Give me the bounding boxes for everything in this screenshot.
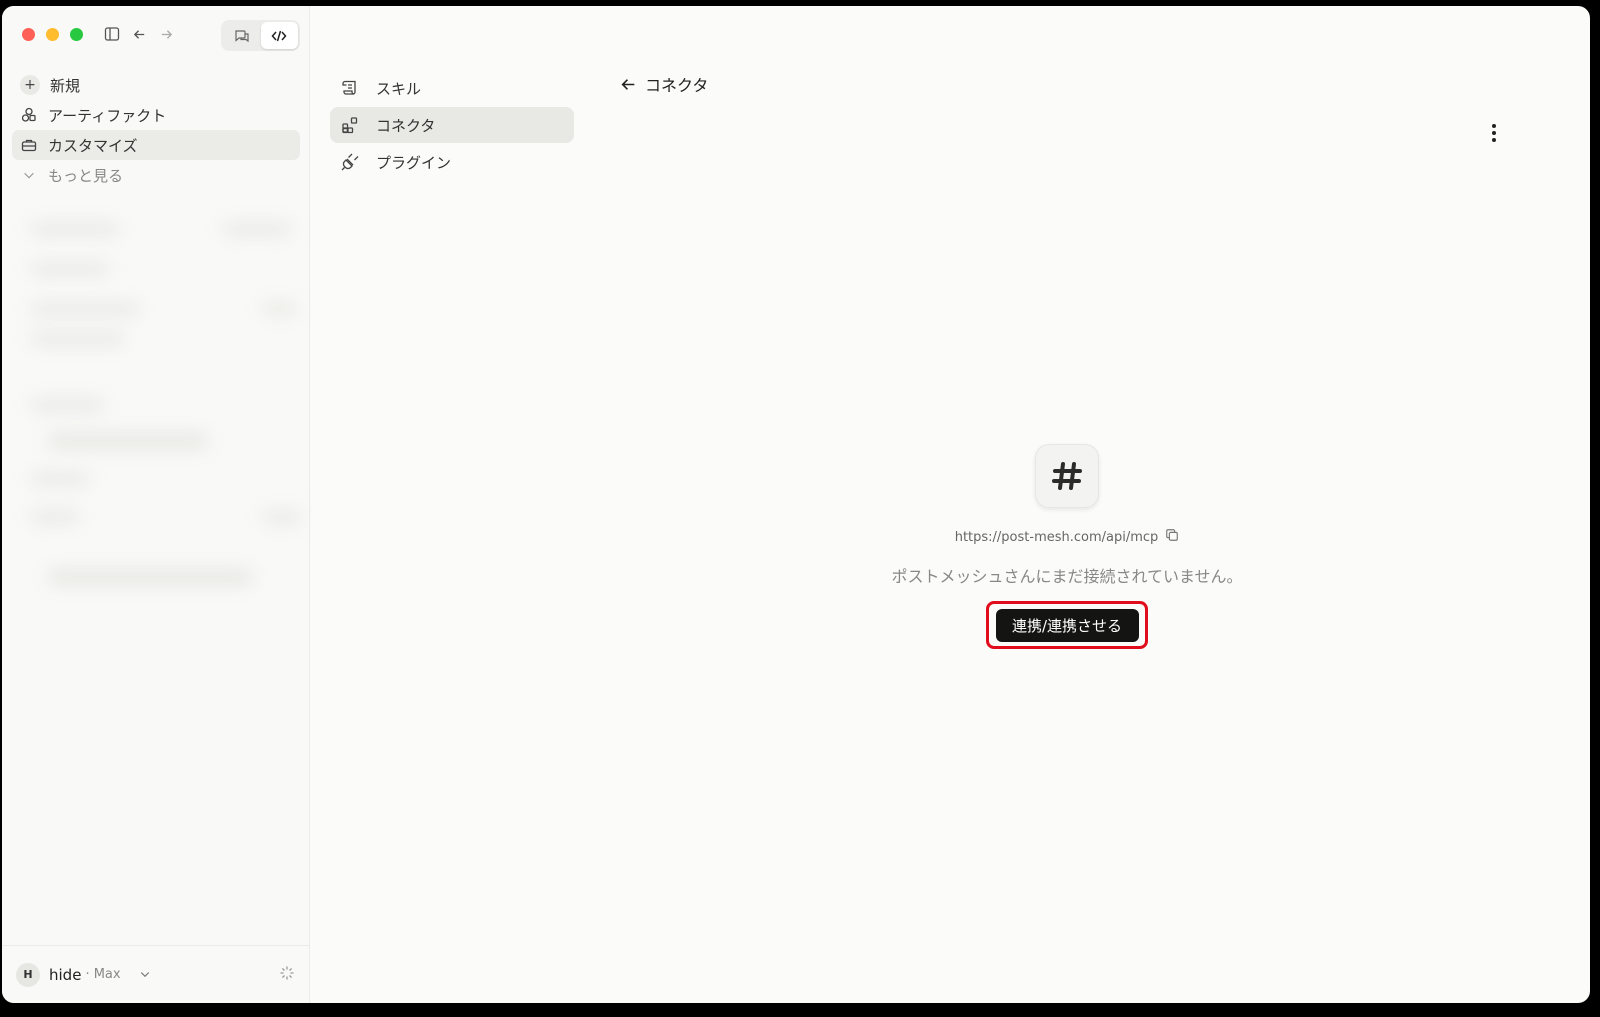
- page-title: コネクタ: [645, 76, 709, 95]
- back-arrow-icon: [621, 78, 635, 90]
- minimize-window-button[interactable]: [46, 28, 59, 41]
- tab-label: スキル: [376, 79, 422, 98]
- window-controls: [22, 28, 83, 41]
- sidebar-item-label: カスタマイズ: [48, 136, 138, 155]
- scroll-icon: [340, 78, 360, 98]
- mode-toggle: [221, 20, 300, 51]
- sidebar-item-label: アーティファクト: [48, 106, 167, 125]
- briefcase-icon: [20, 136, 38, 154]
- maximize-window-button[interactable]: [70, 28, 83, 41]
- tab-label: コネクタ: [376, 116, 436, 135]
- forward-arrow-icon[interactable]: [155, 23, 177, 45]
- connect-button[interactable]: 連携/連携させる: [995, 608, 1139, 642]
- server-url-row: https://post-mesh.com/api/mcp: [867, 528, 1267, 546]
- close-window-button[interactable]: [22, 28, 35, 41]
- code-icon: [271, 30, 287, 41]
- chat-bubbles-icon: [235, 29, 249, 42]
- tab-connectors[interactable]: コネクタ: [330, 107, 574, 143]
- connection-status: ポストメッシュさんにまだ接続されていません。: [891, 567, 1243, 586]
- highlight-box: 連携/連携させる: [986, 601, 1148, 649]
- connector-detail: https://post-mesh.com/api/mcp ポストメッシュさんに…: [867, 444, 1267, 649]
- chat-mode-button[interactable]: [223, 22, 261, 49]
- chevron-down-icon: [20, 166, 38, 184]
- back-to-connectors[interactable]: コネクタ: [620, 72, 708, 96]
- sidebar-nav: + 新規 アーティファクト カスタマイズ もっと見る: [12, 70, 300, 190]
- avatar: H: [16, 962, 40, 987]
- sidebar-item-label: もっと見る: [48, 166, 124, 185]
- loading-spinner-icon[interactable]: [279, 965, 295, 985]
- sidebar-item-label: 新規: [50, 76, 81, 95]
- more-options-icon[interactable]: [1482, 121, 1506, 145]
- sidebar-item-new[interactable]: + 新規: [12, 70, 300, 100]
- customize-subnav: スキル コネクタ プラグイン: [330, 70, 574, 181]
- grid-plus-icon: [340, 115, 360, 135]
- server-url: https://post-mesh.com/api/mcp: [954, 529, 1159, 545]
- sidebar-item-more[interactable]: もっと見る: [12, 160, 300, 190]
- sidebar: + 新規 アーティファクト カスタマイズ もっと見る H hide · Max: [2, 6, 310, 1003]
- sidebar-item-artifacts[interactable]: アーティファクト: [12, 100, 300, 130]
- sidebar-toggle-icon[interactable]: [101, 23, 123, 45]
- app-window: + 新規 アーティファクト カスタマイズ もっと見る H hide · Max …: [2, 6, 1590, 1003]
- sidebar-item-customize[interactable]: カスタマイズ: [12, 130, 300, 160]
- back-arrow-icon[interactable]: [128, 23, 150, 45]
- tab-plugins[interactable]: プラグイン: [330, 144, 574, 180]
- shapes-icon: [20, 106, 38, 124]
- blurred-recents: [12, 211, 304, 606]
- hash-icon: [1035, 444, 1099, 508]
- account-footer[interactable]: H hide · Max: [2, 945, 309, 1003]
- code-mode-button[interactable]: [260, 22, 298, 49]
- tab-label: プラグイン: [376, 153, 452, 172]
- plug-icon: [340, 152, 360, 172]
- plan-badge: · Max: [85, 967, 121, 982]
- chevron-down-icon[interactable]: [139, 965, 151, 984]
- plus-icon: +: [20, 75, 40, 95]
- tab-skills[interactable]: スキル: [330, 70, 574, 106]
- user-name: hide: [49, 965, 82, 984]
- copy-icon[interactable]: [1165, 528, 1179, 546]
